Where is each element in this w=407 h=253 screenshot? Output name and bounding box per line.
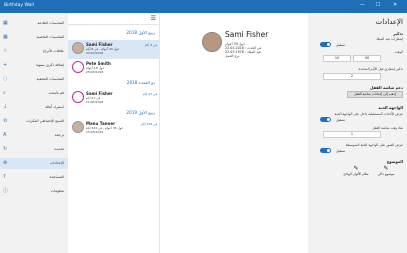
sidebar-item-label: قم بالبحث [48,91,64,95]
calendar-icon: ▦ [3,20,8,26]
theme-label: نظام الألوان الهادئ [343,172,369,176]
lockscreen-settings-button[interactable]: إذهب إلى إعدادات شاشة القفل [347,91,403,98]
live-tile-toggle[interactable] [320,117,331,122]
sidebar-item-backup[interactable]: ⟲ النسخ الإحتياطي المكرات [0,116,68,127]
contact-date: 25/03/2018 [86,70,104,74]
translate-icon: A [3,132,7,138]
hour-picker[interactable]: 10 [323,55,351,62]
sidebar-item-label: المناسبات المخفية [36,77,64,81]
group-header: 2018 ربيع الأول [126,30,155,35]
sidebar-item-help[interactable]: ? المساعدة [0,172,68,183]
title-bar: Birthday Wall — ☐ ✕ [0,0,407,13]
minimize-button[interactable]: — [360,2,365,8]
hide-icon: ◌ [3,76,8,82]
sidebar-item-translate[interactable]: A ترجمة [0,130,68,141]
contact-date: 15/03/2019 [86,130,104,134]
group-header: 2018 ذو القعدة [126,80,155,85]
import-icon: ⇣ [3,104,8,110]
minute-picker[interactable]: 00 [353,55,381,62]
settings-title: الإعدادات [375,18,403,26]
detail-pane: Sami Fisher حول 39 أعوام في الحدث : 22.0… [160,13,308,253]
avatar [72,42,84,54]
sidebar-item-zodiac[interactable]: ☆ علاقات الأبراج [0,46,68,57]
anniversary-list: ☰ 2018 ربيع الأول Sami Fisher حول 40 أعو… [68,13,160,253]
contact-photo [202,32,222,52]
timeout-stepper[interactable]: 1 [323,131,381,138]
group-header: 2019 ربيع الأول [126,110,155,115]
brush-icon: ✎ [383,165,389,172]
sidebar-item-label: علاقات الأبراج [43,49,64,53]
gear-icon: ⚙ [3,160,8,166]
lock-timeout-label: نفاذ وقت شاشة القفل [372,126,403,130]
days-until: في 344 أيام [140,122,157,126]
detail-name: Sami Fisher [225,30,269,39]
calendar-icon: ▦ [3,34,8,40]
days-stepper[interactable]: 2 [323,73,381,80]
backup-icon: ⟲ [3,118,8,124]
detail-sign: برج الحمل [225,54,240,58]
list-toolbar: ☰ [68,13,160,25]
time-label: الوقت [394,50,403,54]
sidebar-item-label: النسخ الإحتياطي المكرات [26,119,64,123]
sidebar-item-label: تحديث [54,147,64,151]
filter-icon[interactable]: ☰ [151,15,156,22]
days-before-label: تذكير إشعاري قبل الأيام المحددة [358,67,403,71]
notify-label: إشعارات عيد الميلاد [376,37,403,41]
sidebar-item-refresh[interactable]: ↻ تحديث [0,144,68,155]
calm-theme-button[interactable]: ✎ نظام الألوان الهادئ [343,165,369,176]
sidebar-item-settings[interactable]: ⚙ الإعدادات [0,158,68,169]
sidebar-item-info[interactable]: ⓘ معلومات [0,186,68,197]
settings-pane: الإعدادات تذكير إشعارات عيد الميلاد تشغي… [308,13,407,253]
notify-toggle[interactable] [320,42,331,47]
brush-icon: ✎ [353,165,359,172]
live-tile-heading: الواجهة الحية [378,105,403,110]
sidebar: ▦ المناسبات القادمة ▦ المناسبات الماضية ☆ ع… [0,13,68,253]
sidebar-item-label: الإعدادات [49,161,64,165]
sidebar-item-label: المساعدة [49,175,64,179]
toggle-state: تشغيل [336,43,345,47]
add-icon: + [3,62,8,68]
sidebar-item-past[interactable]: ▦ المناسبات الماضية [0,32,68,43]
sidebar-item-hidden[interactable]: ◌ المناسبات المخفية [0,74,68,85]
sidebar-item-import[interactable]: ⇣ استيراد أهالة [0,102,68,113]
sidebar-item-search[interactable]: ⌕ قم بالبحث [0,88,68,99]
list-item[interactable]: Pete Smith حول 18 أعوام 25/03/2018 [68,59,160,78]
star-icon: ☆ [3,48,8,54]
toggle-state: تشغيل [336,118,345,122]
sidebar-item-label: معلومات [50,189,64,193]
days-until: في 8 أيام [144,43,157,47]
theme-label: موضوع داكن [377,172,395,176]
live-tile-future-label: عرض الأحداث المستقبلية داخل على الواجهة … [334,112,403,116]
avatar-placeholder [72,91,84,103]
info-icon: ⓘ [3,188,9,194]
app-title: Birthday Wall [4,3,34,8]
maximize-button[interactable]: ☐ [376,2,380,8]
avatar-placeholder [72,61,84,73]
close-button[interactable]: ✕ [393,2,397,8]
search-icon: ⌕ [3,90,6,96]
sidebar-item-upcoming[interactable]: ▦ المناسبات القادمة [0,18,68,29]
live-tile-photos-label: عرض الصور على الواجهة الحية المتوسطة [345,143,403,147]
sidebar-item-add[interactable]: + إضافة ذكرى سنوية [0,60,68,71]
notify-heading: تذكير [393,31,403,36]
list-item[interactable]: Sami Fisher في 47 أيام 11/05/2018 في 47 … [68,89,160,108]
contact-date: 11/05/2018 [86,100,104,104]
avatar [72,121,84,133]
lockscreen-heading: دعم شاشة القفل [370,85,403,90]
sidebar-item-label: استيراد أهالة [45,105,64,109]
dark-theme-button[interactable]: ✎ موضوع داكن [373,165,399,176]
photos-toggle[interactable] [320,148,331,153]
list-item[interactable]: Sami Fisher حول 40 أعوام - في 8 أيام 22/… [68,40,160,59]
help-icon: ? [3,174,6,180]
toggle-state: تشغيل [336,149,345,153]
sidebar-item-label: المناسبات الماضية [36,35,64,39]
days-until: في 47 أيام [142,92,157,96]
list-item[interactable]: Manu Tanner حول 36 أعوام - في 344 أيام 1… [68,119,160,138]
contact-date: 22/03/2018 [86,51,104,55]
sidebar-item-label: ترجمة [54,133,64,137]
sidebar-item-label: إضافة ذكرى سنوية [35,63,64,67]
sidebar-item-label: المناسبات القادمة [37,21,64,25]
refresh-icon: ↻ [3,146,8,152]
theme-heading: الموضوع [386,159,403,164]
